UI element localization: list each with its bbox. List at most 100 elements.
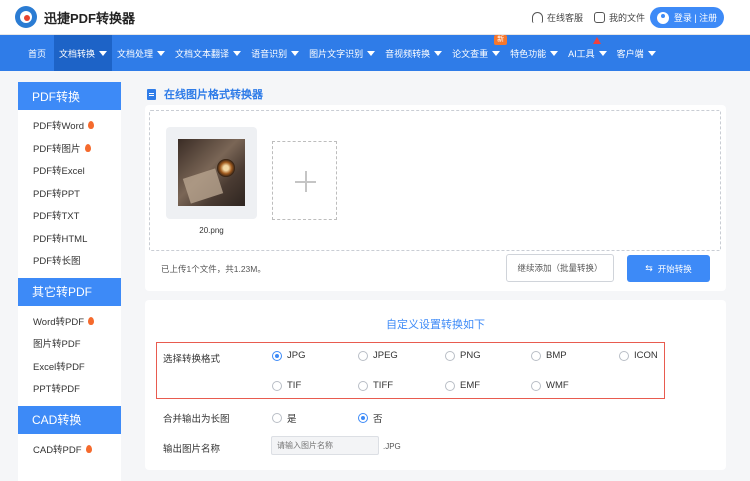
sidebar-item-image-to-pdf[interactable]: 图片转PDF	[18, 332, 121, 355]
online-service-label: 在线客服	[547, 13, 584, 23]
radio-dot	[531, 350, 541, 361]
sidebar-item-pdf-to-word[interactable]: PDF转Word	[18, 114, 121, 137]
login-label: 登录 | 注册	[673, 13, 718, 23]
nav-item-translate[interactable]: 文档文本翻译	[170, 35, 246, 71]
sidebar-item-pdf-to-excel[interactable]: PDF转Excel	[18, 159, 121, 182]
chevron-down-icon	[434, 50, 443, 56]
format-option-png[interactable]: PNG	[445, 350, 481, 361]
nav-item-ocr[interactable]: 图片文字识别	[304, 35, 380, 71]
brand-logo[interactable]: 迅捷PDF转换器	[15, 6, 135, 28]
format-option-jpg[interactable]: JPG	[272, 350, 305, 361]
radio-dot	[445, 380, 455, 391]
sidebar-item-pdf-to-txt[interactable]: PDF转TXT	[18, 204, 121, 227]
radio-dot	[358, 413, 368, 423]
format-option-jpeg[interactable]: JPEG	[358, 350, 398, 361]
chevron-down-icon	[291, 50, 300, 56]
merge-option-yes[interactable]: 是	[272, 411, 297, 425]
sidebar-item-ppt-to-pdf[interactable]: PPT转PDF	[18, 377, 121, 400]
upload-panel: 20.png 已上传1个文件，共1.23M。 继续添加（批量转换） ⇆ 开始转换	[145, 105, 726, 291]
nav-label: 特色功能	[510, 48, 547, 59]
format-option-label: TIFF	[373, 380, 394, 391]
nav-item-doc-process[interactable]: 文档处理	[112, 35, 170, 71]
format-option-emf[interactable]: EMF	[445, 380, 480, 391]
fire-icon	[85, 444, 92, 453]
chevron-down-icon	[233, 50, 242, 56]
format-option-label: WMF	[546, 380, 569, 391]
chevron-down-icon	[367, 50, 376, 56]
format-option-label: PNG	[460, 350, 481, 361]
radio-dot	[445, 350, 455, 361]
brand-name: 迅捷PDF转换器	[44, 10, 136, 26]
continue-add-button[interactable]: 继续添加（批量转换）	[506, 254, 614, 282]
nav-item-home[interactable]: 首页	[20, 35, 54, 71]
sidebar-item-pdf-to-image[interactable]: PDF转图片	[18, 137, 121, 160]
sidebar-item-pdf-to-html[interactable]: PDF转HTML	[18, 227, 121, 250]
sidebar-item-pdf-to-long-image[interactable]: PDF转长图	[18, 249, 121, 272]
sidebar-item-label: PDF转PPT	[33, 188, 80, 200]
format-label: 选择转换格式	[163, 354, 221, 365]
file-name: 20.png	[199, 226, 224, 235]
login-button[interactable]: 登录 | 注册	[650, 7, 724, 28]
my-files-label: 我的文件	[609, 13, 646, 23]
sidebar-item-pdf-to-ppt[interactable]: PDF转PPT	[18, 182, 121, 205]
document-icon	[594, 12, 605, 23]
nav-item-ai-tools[interactable]: AI工具	[563, 35, 612, 71]
settings-panel: 自定义设置转换如下 选择转换格式 JPG JPEG PNG BMP ICON T…	[145, 300, 726, 470]
output-name-label: 输出图片名称	[163, 444, 221, 455]
nav-item-speech[interactable]: 语音识别	[246, 35, 304, 71]
nav-item-client[interactable]: 客户端	[612, 35, 661, 71]
settings-title: 自定义设置转换如下	[386, 319, 485, 331]
output-name-input[interactable]	[271, 436, 379, 455]
nav-label: 文档转换	[59, 48, 96, 59]
nav-item-paper-check[interactable]: 论文查重新	[447, 35, 508, 71]
nav-item-av-convert[interactable]: 音视频转换	[380, 35, 447, 71]
chevron-down-icon	[157, 50, 166, 56]
nav-label: 语音识别	[251, 48, 288, 59]
nav-item-doc-convert[interactable]: 文档转换	[54, 35, 113, 71]
start-convert-button[interactable]: ⇆ 开始转换	[627, 255, 710, 282]
radio-dot	[272, 350, 282, 361]
nav-label: 文档处理	[117, 48, 154, 59]
logo-icon	[15, 6, 37, 28]
format-option-bmp[interactable]: BMP	[531, 350, 567, 361]
uploaded-file-card[interactable]	[166, 127, 257, 219]
swap-icon: ⇆	[645, 263, 653, 273]
sidebar-item-label: PDF转Word	[33, 121, 85, 133]
nav-label: 文档文本翻译	[175, 48, 230, 59]
radio-dot	[531, 380, 541, 391]
sidebar-section-pdf-convert: PDF转换	[18, 82, 121, 110]
sidebar-item-cad-to-pdf[interactable]: CAD转PDF	[18, 438, 121, 461]
file-drop-zone[interactable]: 20.png	[149, 110, 721, 251]
thumbnail-paper	[182, 168, 224, 204]
format-option-tiff[interactable]: TIFF	[358, 380, 393, 391]
sidebar-item-word-to-pdf[interactable]: Word转PDF	[18, 310, 121, 333]
radio-dot	[272, 413, 282, 423]
chevron-down-icon	[647, 50, 656, 56]
page-title: 在线图片格式转换器	[147, 86, 263, 102]
format-option-label: TIF	[287, 380, 302, 391]
format-option-label: JPG	[287, 350, 306, 361]
main-nav: 首页 文档转换 文档处理 文档文本翻译 语音识别 图片文字识别 音视频转换 论文…	[0, 35, 750, 71]
format-option-wmf[interactable]: WMF	[531, 380, 569, 391]
format-option-label: BMP	[546, 350, 567, 361]
file-thumbnail	[178, 139, 245, 206]
sidebar-item-label: PDF转HTML	[33, 233, 88, 245]
upload-status-text: 已上传1个文件，共1.23M。	[161, 264, 266, 274]
format-option-label: JPEG	[373, 350, 398, 361]
chevron-down-icon	[492, 50, 501, 56]
merge-option-no[interactable]: 否	[358, 411, 383, 425]
nav-label: AI工具	[568, 48, 595, 59]
sidebar-item-excel-to-pdf[interactable]: Excel转PDF	[18, 355, 121, 378]
format-option-tif[interactable]: TIF	[272, 380, 301, 391]
chevron-down-icon	[598, 50, 607, 56]
sidebar-section-cad-convert: CAD转换	[18, 405, 121, 434]
nav-item-features[interactable]: 特色功能	[505, 35, 563, 71]
online-service-link[interactable]: 在线客服	[532, 11, 583, 24]
sidebar-item-label: PPT转PDF	[33, 384, 80, 396]
merge-label: 合并输出为长图	[163, 414, 230, 425]
my-files-link[interactable]: 我的文件	[594, 11, 645, 24]
page-title-text: 在线图片格式转换器	[164, 89, 263, 101]
nav-label: 首页	[28, 48, 47, 59]
format-option-icon[interactable]: ICON	[619, 350, 658, 361]
add-file-button[interactable]	[272, 141, 337, 220]
